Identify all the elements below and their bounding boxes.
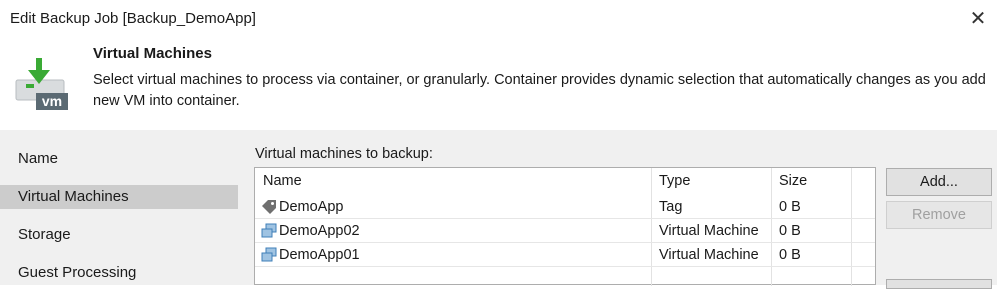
remove-button[interactable]: Remove — [886, 201, 992, 229]
column-header-size[interactable]: Size — [771, 168, 851, 195]
tag-icon — [262, 200, 276, 215]
wizard-steps-panel: Name Virtual Machines Storage Guest Proc… — [0, 130, 240, 285]
step-name[interactable]: Name — [0, 147, 238, 171]
vm-icon — [261, 247, 277, 262]
column-header-type[interactable]: Type — [651, 168, 771, 195]
row-type: Virtual Machine — [659, 247, 759, 263]
vm-list-table[interactable]: Name Type Size DemoApp Tag 0 B DemoApp02… — [254, 167, 876, 286]
table-row[interactable]: DemoApp01 Virtual Machine 0 B — [255, 243, 875, 267]
row-name: DemoApp — [279, 199, 344, 215]
svg-text:vm: vm — [42, 93, 62, 109]
vm-list-label: Virtual machines to backup: — [255, 146, 433, 162]
step-storage[interactable]: Storage — [0, 223, 238, 247]
vm-download-icon: vm — [15, 58, 68, 110]
table-row[interactable]: DemoApp02 Virtual Machine 0 B — [255, 219, 875, 243]
add-button[interactable]: Add... — [886, 168, 992, 196]
step-virtual-machines[interactable]: Virtual Machines — [0, 185, 238, 209]
step-guest-processing[interactable]: Guest Processing — [0, 261, 238, 285]
next-side-button[interactable] — [886, 279, 992, 289]
column-header-name[interactable]: Name — [255, 168, 653, 195]
row-name: DemoApp01 — [279, 247, 360, 263]
vm-icon — [261, 223, 277, 238]
close-icon: ✕ — [969, 7, 987, 30]
table-row[interactable]: DemoApp Tag 0 B — [255, 195, 875, 219]
step-description: Select virtual machines to process via c… — [93, 72, 986, 109]
row-size: 0 B — [779, 223, 801, 239]
row-name: DemoApp02 — [279, 223, 360, 239]
row-divider — [255, 266, 875, 267]
row-size: 0 B — [779, 247, 801, 263]
row-type: Tag — [659, 199, 683, 215]
row-size: 0 B — [779, 199, 801, 215]
close-button[interactable]: ✕ — [965, 6, 991, 30]
step-title: Virtual Machines — [93, 45, 212, 62]
row-type: Virtual Machine — [659, 223, 759, 239]
title-bar: Edit Backup Job [Backup_DemoApp] ✕ — [0, 0, 997, 38]
window-title: Edit Backup Job [Backup_DemoApp] — [10, 10, 256, 27]
